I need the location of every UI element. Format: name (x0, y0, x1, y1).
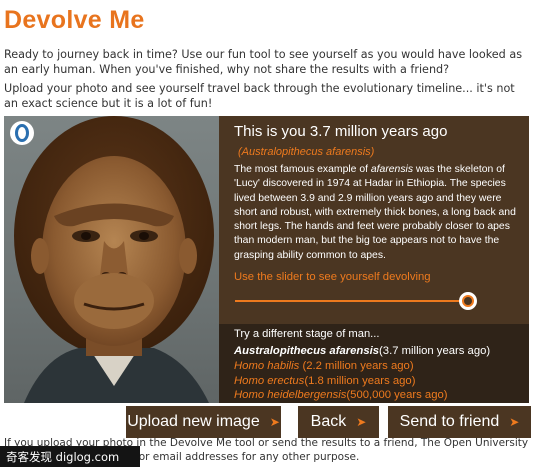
stage-item-erectus[interactable]: Homo erectus(1.8 million years ago) (234, 374, 490, 389)
open-university-logo-icon (10, 121, 34, 145)
send-button-label: Send to friend (399, 413, 500, 430)
back-button-label: Back (310, 413, 347, 430)
intro-text: Ready to journey back in time? Use our f… (4, 48, 523, 76)
result-description-panel: This is you 3.7 million years ago (Austr… (219, 116, 529, 324)
slider-label: Use the slider to see yourself devolving (234, 271, 431, 283)
devolve-panel: This is you 3.7 million years ago (Austr… (4, 116, 529, 403)
arrow-right-icon: ➤ (356, 415, 367, 429)
site-watermark: 奇客发现 diglog.com (0, 446, 140, 467)
stage-item-afarensis[interactable]: Australopithecus afarensis(3.7 million y… (234, 344, 490, 359)
hominid-face-image (14, 116, 214, 403)
devolve-slider-fill (235, 300, 468, 302)
send-to-friend-button[interactable]: Send to friend ➤ (388, 406, 531, 438)
stage-item-habilis[interactable]: Homo habilis (2.2 million years ago) (234, 359, 490, 374)
devolved-face-photo (4, 116, 219, 403)
arrow-right-icon: ➤ (269, 415, 280, 429)
stage-list: Australopithecus afarensis(3.7 million y… (234, 344, 490, 403)
result-title: This is you 3.7 million years ago (234, 123, 448, 140)
upload-instructions: Upload your photo and see yourself trave… (4, 82, 515, 110)
result-description: The most famous example of afarensis was… (234, 164, 516, 261)
stages-heading: Try a different stage of man... (234, 328, 380, 340)
stage-selector: Try a different stage of man... Australo… (219, 324, 529, 403)
result-species: (Australopithecus afarensis) (238, 146, 375, 158)
page-title: Devolve Me (4, 6, 145, 34)
upload-new-image-button[interactable]: Upload new image ➤ (126, 406, 281, 438)
back-button[interactable]: Back ➤ (298, 406, 379, 438)
arrow-right-icon: ➤ (509, 415, 520, 429)
stage-item-heidelbergensis[interactable]: Homo heidelbergensis(500,000 years ago) (234, 388, 490, 403)
devolve-slider-track[interactable] (235, 300, 475, 302)
devolve-slider-handle[interactable] (458, 292, 477, 310)
upload-button-label: Upload new image (127, 413, 260, 430)
